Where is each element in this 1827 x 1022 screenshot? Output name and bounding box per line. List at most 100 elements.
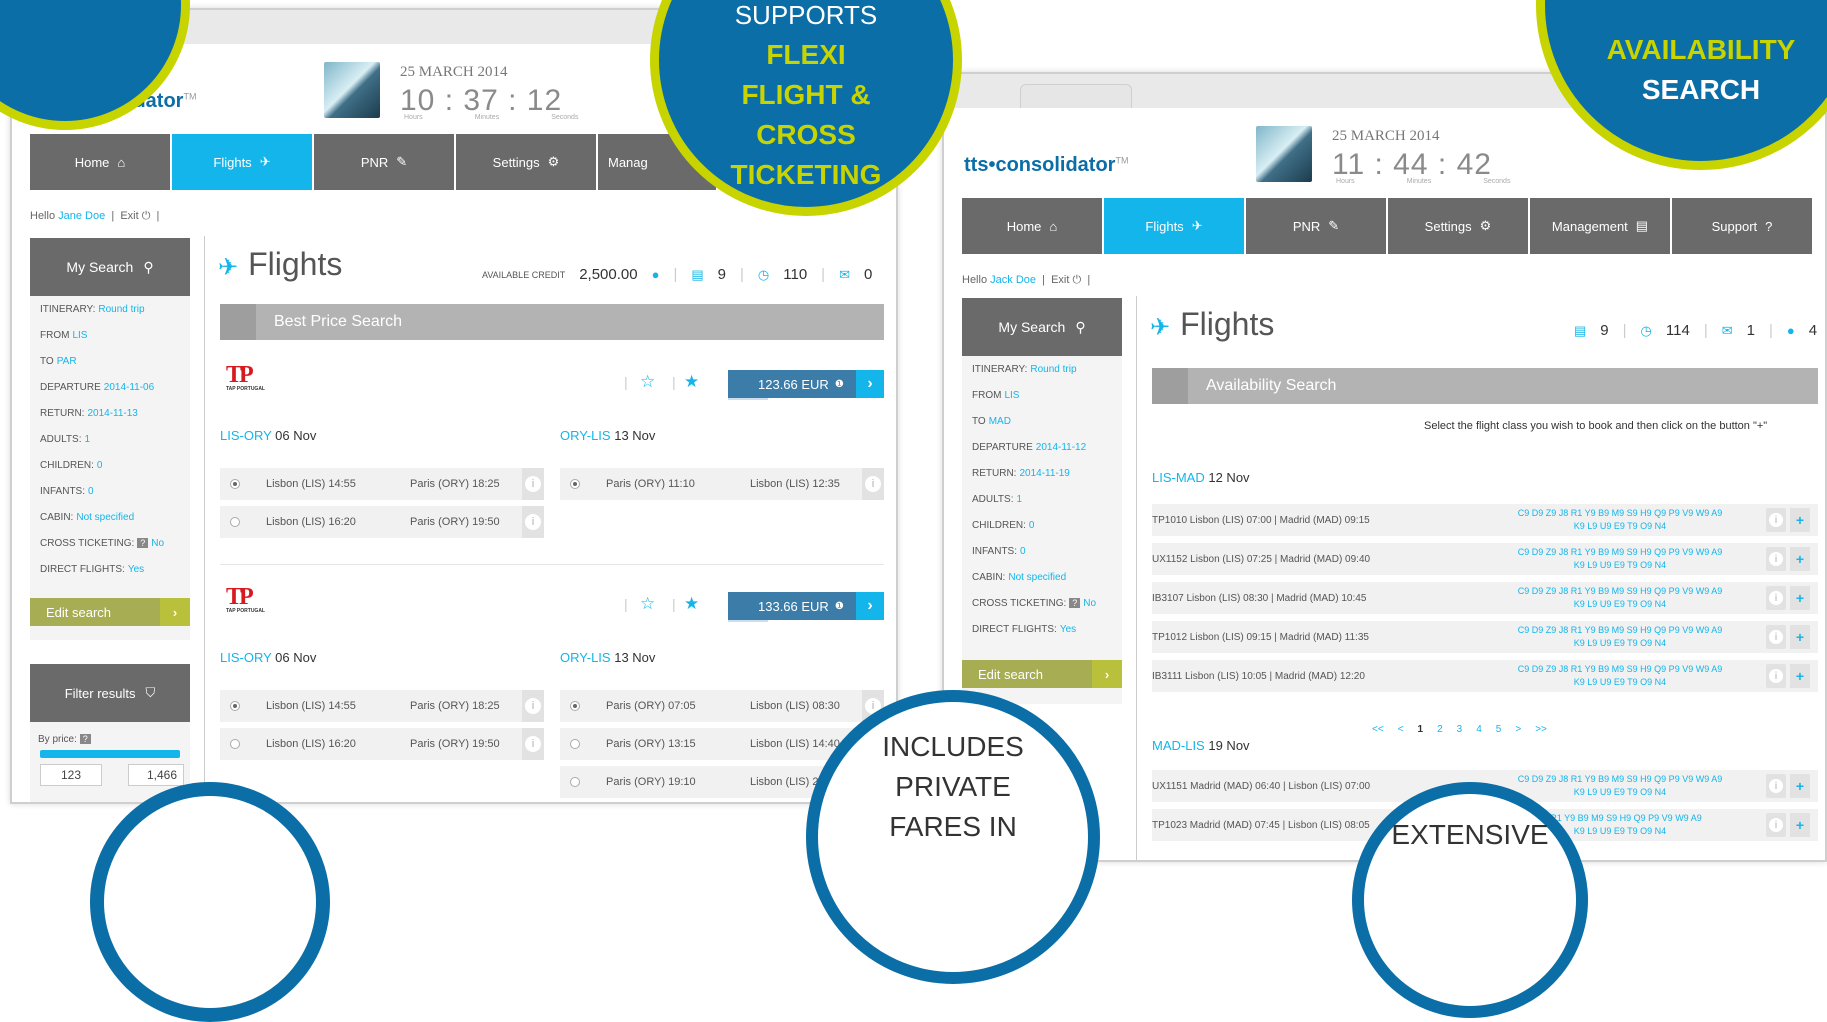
nav-settings[interactable]: Settings ⚙: [456, 134, 598, 190]
radio-button[interactable]: [230, 479, 240, 489]
radio-button[interactable]: [570, 777, 580, 787]
class-line: K9 L9 U9 E9 T9 O9 N4: [1573, 560, 1667, 570]
user-name[interactable]: Jack Doe: [990, 274, 1036, 286]
select-price-button[interactable]: 123.66 EUR ❶ ›: [728, 370, 884, 398]
criterion-value: 2014-11-06: [103, 381, 155, 393]
radio-button[interactable]: [230, 739, 240, 749]
page-link[interactable]: 2: [1437, 724, 1443, 735]
user-name[interactable]: Jane Doe: [58, 210, 105, 222]
search-criterion: DIRECT FLIGHTS: Yes: [962, 616, 1122, 642]
info-button[interactable]: i: [522, 690, 544, 722]
coin-icon[interactable]: ●: [1787, 323, 1795, 338]
separator: |: [624, 596, 628, 612]
page-link[interactable]: <<: [1372, 724, 1384, 735]
info-button[interactable]: i: [862, 468, 884, 500]
callout-line: AVAILABILITY: [1606, 34, 1796, 65]
document-icon[interactable]: ▤: [1574, 323, 1586, 339]
nav-flights[interactable]: Flights ✈: [172, 134, 314, 190]
stat-messages: 0: [863, 266, 873, 283]
page-link[interactable]: >: [1515, 724, 1521, 735]
exit-link[interactable]: Exit: [120, 210, 138, 222]
add-plus-icon[interactable]: +: [1790, 625, 1810, 649]
nav-settings[interactable]: Settings ⚙: [1388, 198, 1530, 254]
info-button[interactable]: i: [1766, 547, 1786, 571]
booking-classes[interactable]: C9 D9 Z9 J8 R1 Y9 B9 M9 S9 H9 Q9 P9 V9 W…: [1504, 663, 1736, 689]
radio-button[interactable]: [230, 517, 240, 527]
flight-option[interactable]: Paris (ORY) 11:10 Lisbon (LIS) 12:35 i: [560, 468, 884, 500]
edit-search-button[interactable]: Edit search ›: [962, 660, 1122, 688]
price-slider[interactable]: [40, 750, 180, 758]
page-link[interactable]: 5: [1496, 724, 1502, 735]
booking-classes[interactable]: C9 D9 Z9 J8 R1 Y9 B9 M9 S9 H9 Q9 P9 V9 W…: [1504, 773, 1736, 799]
add-plus-icon[interactable]: +: [1790, 508, 1810, 532]
mail-icon[interactable]: ✉: [1722, 323, 1733, 339]
flight-option[interactable]: Lisbon (LIS) 14:55 Paris (ORY) 18:25 i: [220, 468, 544, 500]
divider: [1136, 296, 1137, 860]
info-button[interactable]: i: [1766, 586, 1786, 610]
info-button[interactable]: i: [522, 728, 544, 760]
info-button[interactable]: i: [522, 506, 544, 538]
class-line: K9 L9 U9 E9 T9 O9 N4: [1573, 787, 1667, 797]
criterion-label: ADULTS:: [40, 433, 82, 445]
info-button[interactable]: i: [1766, 813, 1786, 837]
info-button[interactable]: i: [1766, 508, 1786, 532]
booking-classes[interactable]: C9 D9 Z9 J8 R1 Y9 B9 M9 S9 H9 Q9 P9 V9 W…: [1504, 624, 1736, 650]
page-link[interactable]: 3: [1457, 724, 1463, 735]
info-button[interactable]: i: [1766, 625, 1786, 649]
flight-option[interactable]: Lisbon (LIS) 16:20 Paris (ORY) 19:50 i: [220, 728, 544, 760]
add-plus-icon[interactable]: +: [1790, 547, 1810, 571]
price-min-input[interactable]: 123: [40, 764, 102, 786]
nav-pnr[interactable]: PNR ✎: [1246, 198, 1388, 254]
mail-icon[interactable]: ✉: [839, 267, 850, 283]
page-link[interactable]: <: [1398, 724, 1404, 735]
arrival: Paris (ORY) 19:50: [410, 516, 500, 528]
add-plus-icon[interactable]: +: [1790, 664, 1810, 688]
criterion-label: FROM: [40, 329, 70, 341]
add-plus-icon[interactable]: +: [1790, 586, 1810, 610]
star-outline-icon[interactable]: ☆: [640, 594, 655, 614]
info-button[interactable]: i: [1766, 774, 1786, 798]
booking-classes[interactable]: C9 D9 Z9 J8 R1 Y9 B9 M9 S9 H9 Q9 P9 V9 W…: [1504, 546, 1736, 572]
clock-icon[interactable]: ◷: [1641, 323, 1652, 339]
flight-info: TP1012 Lisbon (LIS) 09:15 | Madrid (MAD)…: [1152, 632, 1369, 643]
booking-classes[interactable]: C9 D9 Z9 J8 R1 Y9 B9 M9 S9 H9 Q9 P9 V9 W…: [1504, 585, 1736, 611]
star-filled-icon[interactable]: ★: [684, 372, 699, 392]
price-max-input[interactable]: 1,466: [128, 764, 184, 786]
nav-home[interactable]: Home ⌂: [30, 134, 172, 190]
clock-icon[interactable]: ◷: [758, 267, 769, 283]
page-link[interactable]: >>: [1535, 724, 1547, 735]
info-icon: i: [1769, 630, 1783, 644]
exit-link[interactable]: Exit: [1051, 274, 1069, 286]
flight-option[interactable]: Paris (ORY) 07:05 Lisbon (LIS) 08:30 i: [560, 690, 884, 722]
select-price-button[interactable]: 133.66 EUR ❶ ›: [728, 592, 884, 620]
flight-option[interactable]: Lisbon (LIS) 16:20 Paris (ORY) 19:50 i: [220, 506, 544, 538]
header-image: [1256, 126, 1312, 182]
callout-line: SUPPORTS: [734, 0, 878, 30]
radio-button[interactable]: [570, 701, 580, 711]
info-button[interactable]: i: [1766, 664, 1786, 688]
booking-classes[interactable]: C9 D9 Z9 J8 R1 Y9 B9 M9 S9 H9 Q9 P9 V9 W…: [1504, 507, 1736, 533]
radio-button[interactable]: [570, 479, 580, 489]
add-plus-icon[interactable]: +: [1790, 774, 1810, 798]
nav-home[interactable]: Home ⌂: [962, 198, 1104, 254]
criterion-label: CHILDREN:: [40, 459, 94, 471]
nav-support[interactable]: Support?: [1672, 198, 1814, 254]
document-icon[interactable]: ▤: [691, 267, 703, 283]
page-link[interactable]: 1: [1418, 724, 1424, 735]
radio-button[interactable]: [230, 701, 240, 711]
flight-option[interactable]: Lisbon (LIS) 14:55 Paris (ORY) 18:25 i: [220, 690, 544, 722]
search-criterion: INFANTS: 0: [30, 478, 190, 504]
info-button[interactable]: i: [522, 468, 544, 500]
page-link[interactable]: 4: [1476, 724, 1482, 735]
nav-management[interactable]: Management ▤: [1530, 198, 1672, 254]
add-plus-icon[interactable]: +: [1790, 813, 1810, 837]
radio-button[interactable]: [570, 739, 580, 749]
info-icon: i: [1769, 591, 1783, 605]
availability-row: IB3107 Lisbon (LIS) 08:30 | Madrid (MAD)…: [1152, 582, 1818, 614]
edit-search-button[interactable]: Edit search ›: [30, 598, 190, 626]
class-line: C9 D9 Z9 J8 R1 Y9 B9 M9 S9 H9 Q9 P9 V9 W…: [1517, 664, 1723, 674]
nav-flights[interactable]: Flights ✈: [1104, 198, 1246, 254]
star-filled-icon[interactable]: ★: [684, 594, 699, 614]
star-outline-icon[interactable]: ☆: [640, 372, 655, 392]
nav-pnr[interactable]: PNR ✎: [314, 134, 456, 190]
